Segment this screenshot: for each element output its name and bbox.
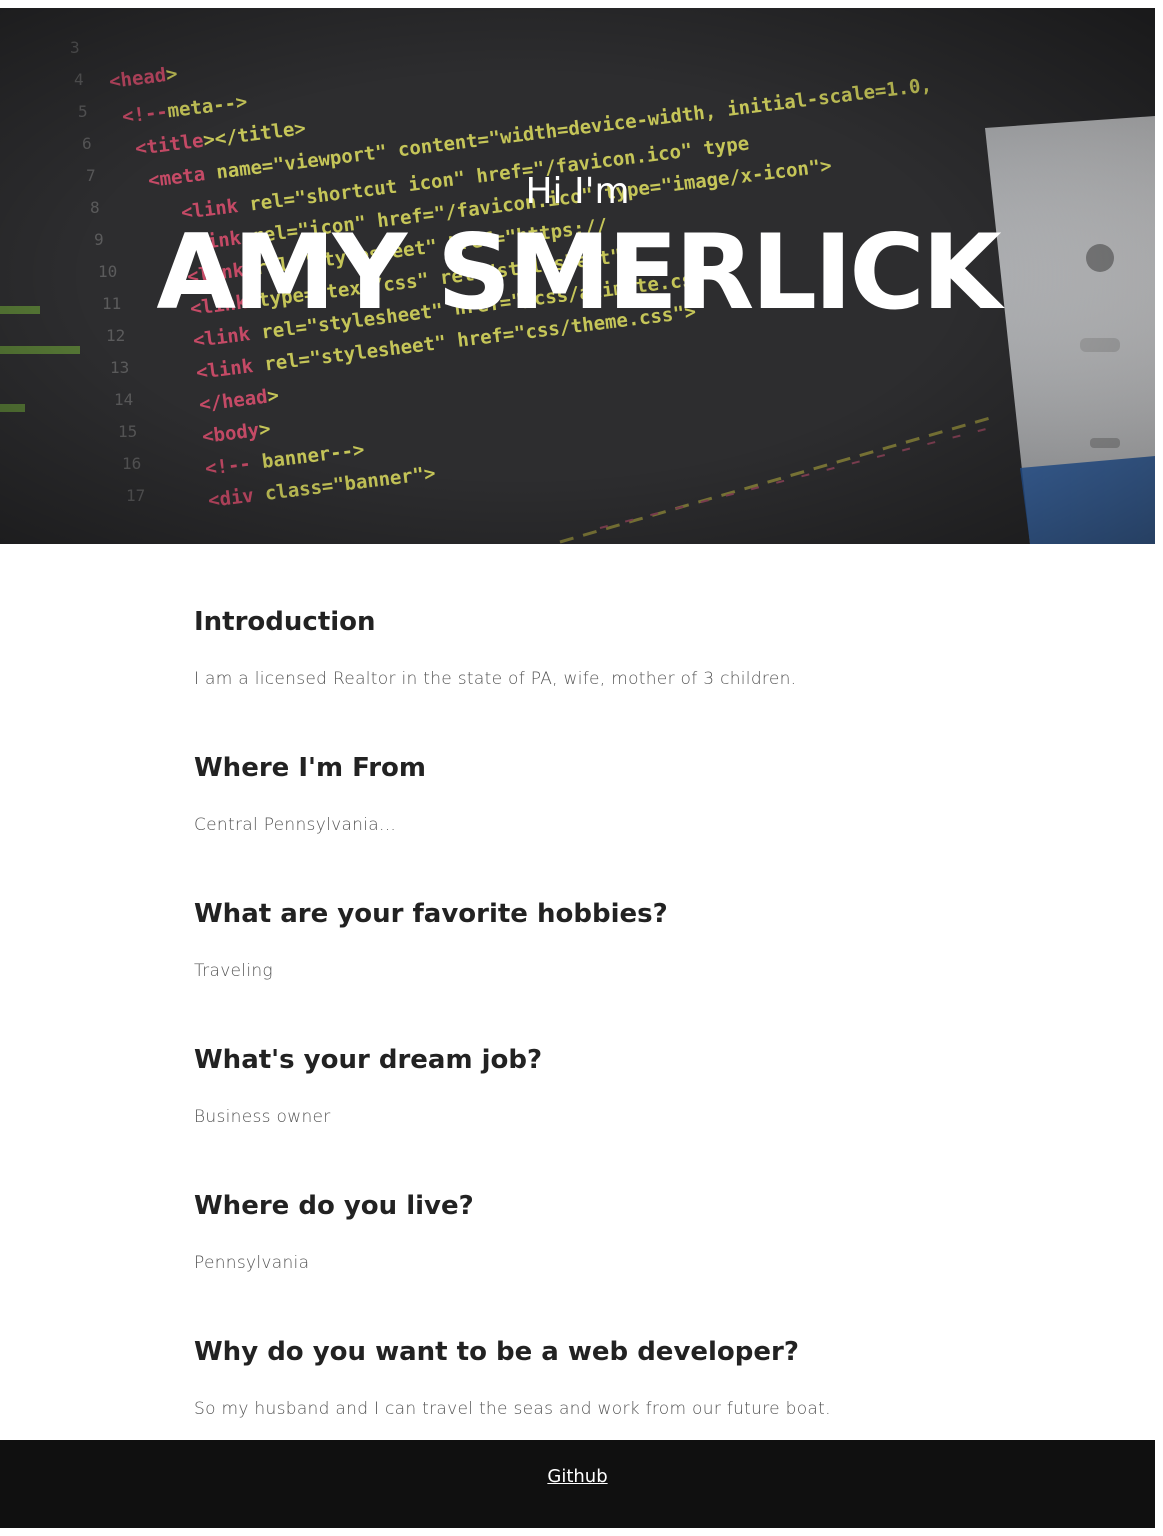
section-heading: Introduction bbox=[194, 607, 376, 637]
section-body: Central Pennsylvania... bbox=[194, 815, 397, 835]
section-body: Traveling bbox=[194, 961, 273, 981]
github-link[interactable]: Github bbox=[547, 1464, 607, 1490]
main-content: Introduction I am a licensed Realtor in … bbox=[194, 600, 994, 1476]
section-where-live: Where do you live? Pennsylvania bbox=[194, 1184, 994, 1330]
right-gutter bbox=[1155, 0, 1163, 1536]
section-body: So my husband and I can travel the seas … bbox=[194, 1399, 831, 1419]
top-strip bbox=[0, 0, 1163, 8]
section-introduction: Introduction I am a licensed Realtor in … bbox=[194, 600, 994, 746]
section-body: I am a licensed Realtor in the state of … bbox=[194, 669, 797, 689]
section-body: Pennsylvania bbox=[194, 1253, 310, 1273]
section-body: Business owner bbox=[194, 1107, 331, 1127]
section-hobbies: What are your favorite hobbies? Travelin… bbox=[194, 892, 994, 1038]
section-heading: What are your favorite hobbies? bbox=[194, 899, 668, 929]
section-dream-job: What's your dream job? Business owner bbox=[194, 1038, 994, 1184]
section-heading: Why do you want to be a web developer? bbox=[194, 1337, 799, 1367]
section-where-from: Where I'm From Central Pennsylvania... bbox=[194, 746, 994, 892]
section-heading: What's your dream job? bbox=[194, 1045, 543, 1075]
hero-greeting: Hi I'm bbox=[525, 171, 630, 212]
hero-banner: 34567891011121314151617 <head><!--meta--… bbox=[0, 8, 1155, 544]
hero-heading-group: Hi I'm AMY SMERLICK bbox=[0, 8, 1155, 544]
section-heading: Where do you live? bbox=[194, 1191, 474, 1221]
section-heading: Where I'm From bbox=[194, 753, 426, 783]
hero-name: AMY SMERLICK bbox=[156, 213, 1001, 333]
footer: Github bbox=[0, 1440, 1155, 1528]
